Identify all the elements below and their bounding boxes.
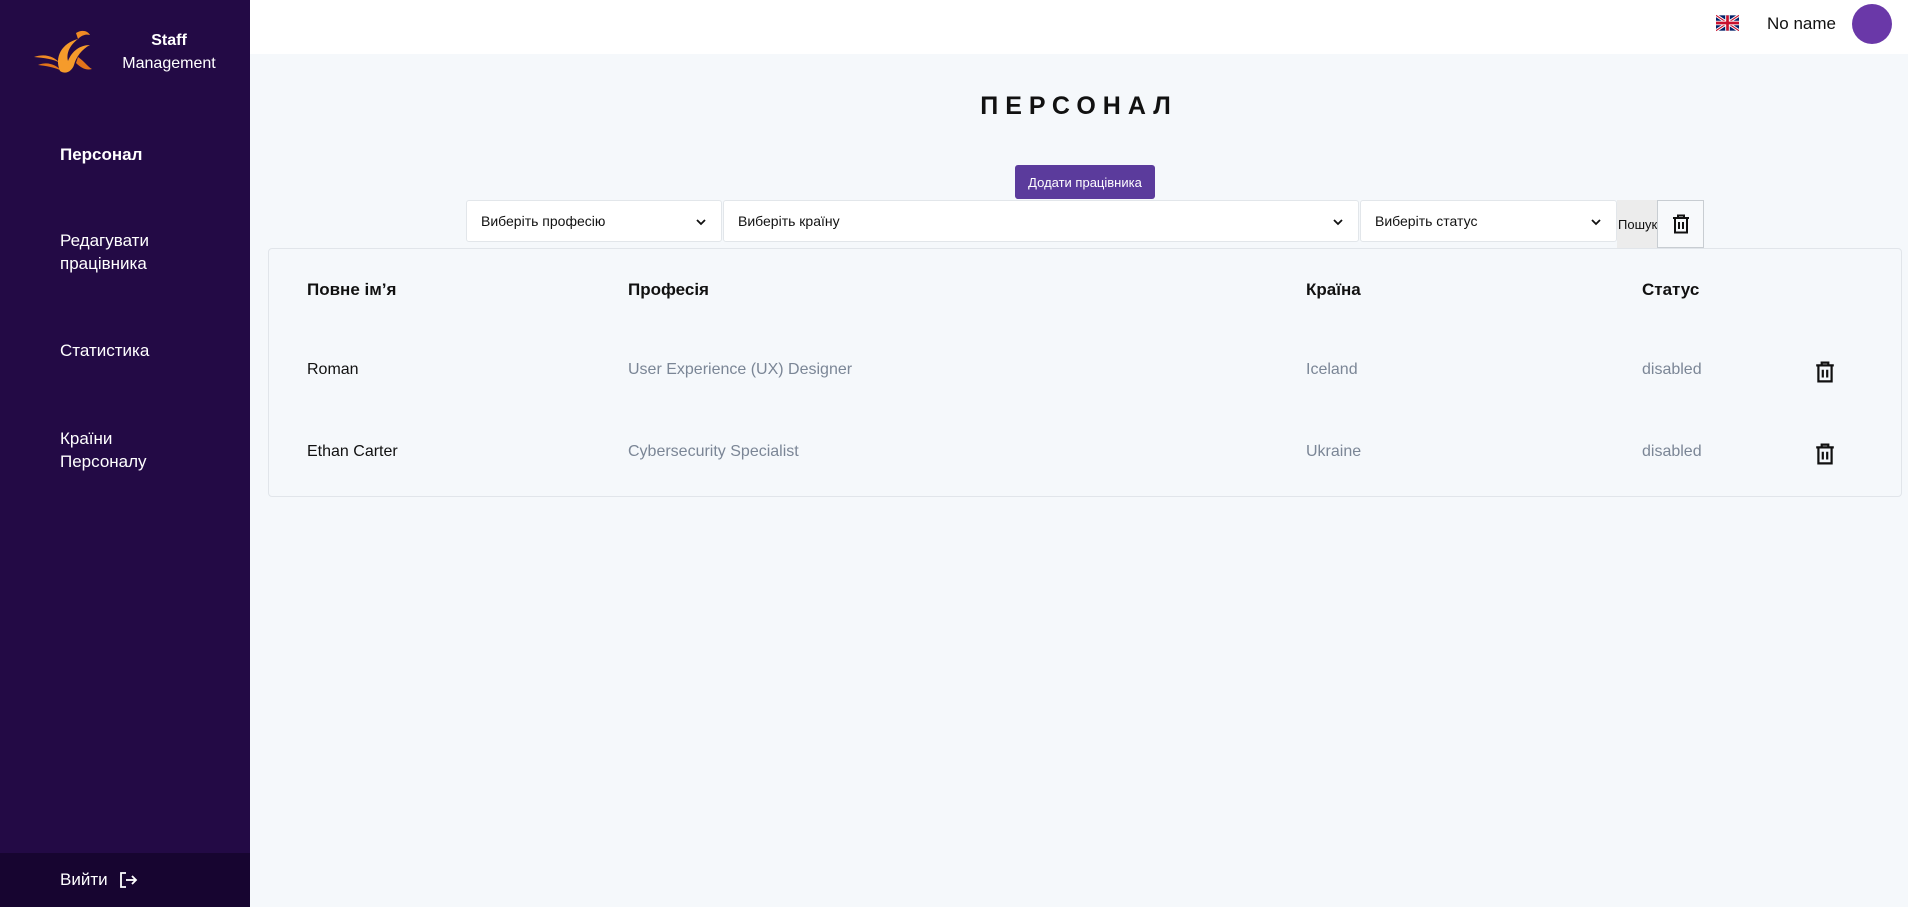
trash-icon — [1672, 214, 1689, 234]
uk-flag-icon[interactable] — [1716, 14, 1739, 32]
user-name[interactable]: No name — [1767, 14, 1836, 34]
chevron-down-icon — [1333, 219, 1343, 226]
table-row-status: disabled — [1642, 443, 1702, 460]
sidebar-item-edit-employee[interactable]: Редагувати працівника — [60, 229, 170, 275]
chevron-down-icon — [1591, 219, 1601, 226]
column-header-country: Країна — [1306, 280, 1361, 299]
delete-row-trash-icon[interactable] — [1815, 361, 1835, 383]
brand-name: Staff Management — [104, 29, 234, 75]
search-button[interactable]: Пошук — [1617, 200, 1659, 248]
country-select-value: Виберіть країну — [738, 213, 840, 229]
column-header-profession: Професія — [628, 280, 709, 299]
chevron-down-icon — [696, 219, 706, 226]
sidebar-item-countries[interactable]: Країни Персоналу — [60, 427, 160, 473]
brand-line2: Management — [122, 55, 216, 72]
sidebar: Staff Management Персонал Редагувати пра… — [0, 0, 250, 907]
brand-line1: Staff — [151, 32, 187, 49]
table-row-status: disabled — [1642, 361, 1702, 378]
table-row-name[interactable]: Ethan Carter — [307, 443, 398, 461]
logout-button[interactable]: Вийти — [0, 853, 250, 907]
profession-select-value: Виберіть професію — [481, 213, 606, 229]
table-row-country: Ukraine — [1306, 443, 1362, 460]
logout-icon — [119, 872, 137, 888]
column-header-name: Повне ім’я — [307, 280, 397, 299]
logout-label: Вийти — [60, 870, 108, 889]
sidebar-item-personnel[interactable]: Персонал — [60, 143, 220, 166]
delete-row-trash-icon[interactable] — [1815, 443, 1835, 465]
add-employee-button[interactable]: Додати працівника — [1015, 165, 1155, 199]
page-title: ПЕРСОНАЛ — [980, 92, 1178, 120]
table-row-country: Iceland — [1306, 361, 1358, 378]
profession-select[interactable]: Виберіть професію — [466, 200, 722, 242]
clear-filters-button[interactable] — [1657, 200, 1704, 248]
top-header — [250, 0, 1908, 54]
status-select[interactable]: Виберіть статус — [1360, 200, 1617, 242]
table-row-profession: User Experience (UX) Designer — [628, 361, 853, 378]
sidebar-item-statistics[interactable]: Статистика — [60, 339, 220, 362]
phoenix-logo-icon — [34, 30, 92, 73]
brand[interactable]: Staff Management — [32, 24, 222, 80]
status-select-value: Виберіть статус — [1375, 213, 1478, 229]
table-row-profession: Cybersecurity Specialist — [628, 443, 799, 460]
table-row-name[interactable]: Roman — [307, 361, 359, 379]
avatar[interactable] — [1852, 4, 1892, 44]
country-select[interactable]: Виберіть країну — [723, 200, 1359, 242]
column-header-status: Статус — [1642, 280, 1700, 299]
